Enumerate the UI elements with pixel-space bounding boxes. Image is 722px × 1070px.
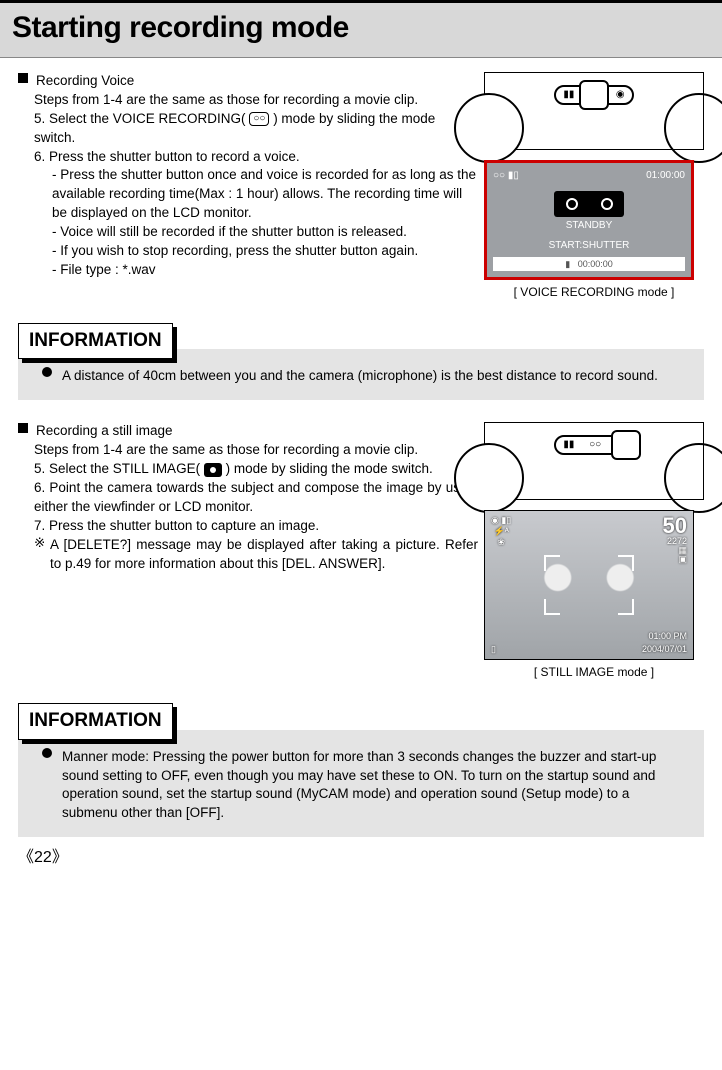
voice-caption: [ VOICE RECORDING mode ] <box>484 284 704 301</box>
voice-lcd-icon: ○○ ▮▯ <box>493 169 519 183</box>
video-mode-icon: ▮▮ <box>563 88 574 102</box>
camera-mode-icon: ◉ <box>616 88 625 102</box>
voice-heading: Recording Voice <box>36 72 134 91</box>
voice-lcd-screen: ○○ ▮▯ 01:00:00 STANDBY START:SHUTTER ▮ 0… <box>484 160 694 280</box>
voice-d1: - Press the shutter button once and voic… <box>52 166 478 223</box>
mode-switch-diagram: ▮▮ ○○ ◉ <box>484 72 704 150</box>
camera-mode-indicator-icon: ◉ ▮▯ <box>491 515 511 526</box>
info-box-2: INFORMATION Manner mode: Pressing the po… <box>18 703 704 837</box>
voice-step6: 6. Press the shutter button to record a … <box>34 148 478 167</box>
still-section: Recording a still image Steps from 1-4 a… <box>18 422 704 681</box>
still-image-icon <box>204 463 222 477</box>
still-lcd-screen: ◉ ▮▯ ⚡ᴬ ❀ 50 2272 ▦ ▣ <box>484 510 694 660</box>
voice-lcd-standby: STANDBY <box>493 219 685 233</box>
shots-remaining: 50 <box>663 515 687 537</box>
video-mode-icon: ▮▮ <box>563 438 574 452</box>
voice-step5: 5. Select the VOICE RECORDING( ○○ ) mode… <box>34 110 478 148</box>
mode-switch-knob <box>579 80 609 110</box>
info1-text: A distance of 40cm between you and the c… <box>62 367 680 386</box>
lcd-date: 2004/07/01 <box>642 643 687 656</box>
mode-switch-diagram-2: ▮▮ ○○ ◉ <box>484 422 704 500</box>
square-bullet-icon <box>18 73 28 83</box>
info-heading-2: INFORMATION <box>18 703 173 740</box>
reference-mark-icon: ※ <box>34 536 50 574</box>
voice-lcd-counter: ▮ 00:00:00 <box>493 257 685 271</box>
still-note: ※ A [DELETE?] message may be displayed a… <box>34 536 478 574</box>
voice-d3: - If you wish to stop recording, press t… <box>52 242 478 261</box>
round-bullet-icon <box>42 367 52 377</box>
voice-d4: - File type : *.wav <box>52 261 478 280</box>
round-bullet-icon <box>42 748 52 758</box>
square-bullet-icon <box>18 423 28 433</box>
voice-d2: - Voice will still be recorded if the sh… <box>52 223 478 242</box>
voice-lcd-start: START:SHUTTER <box>493 239 685 253</box>
title-bar: Starting recording mode <box>0 0 722 58</box>
voice-lcd-time: 01:00:00 <box>646 169 685 183</box>
page-number: 《22》 <box>0 847 722 881</box>
still-intro: Steps from 1-4 are the same as those for… <box>34 441 478 460</box>
page-title: Starting recording mode <box>12 7 710 49</box>
card-icon: ▯ <box>491 643 496 656</box>
still-step6: 6. Point the camera towards the subject … <box>34 479 478 517</box>
voice-recording-icon: ○○ <box>249 112 269 126</box>
metering-icon: ▣ <box>663 555 687 564</box>
info-box-1: INFORMATION A distance of 40cm between y… <box>18 323 704 400</box>
voice-section: Recording Voice Steps from 1-4 are the s… <box>18 72 704 301</box>
lcd-time: 01:00 PM <box>642 630 687 643</box>
macro-icon: ❀ <box>491 537 511 548</box>
info-heading-1: INFORMATION <box>18 323 173 360</box>
still-heading: Recording a still image <box>36 422 173 441</box>
tape-icon <box>554 191 624 217</box>
voice-mode-icon: ○○ <box>589 438 601 452</box>
still-caption: [ STILL IMAGE mode ] <box>484 664 704 681</box>
still-step7: 7. Press the shutter button to capture a… <box>34 517 478 536</box>
flash-auto-icon: ⚡ᴬ <box>491 526 511 537</box>
mode-switch-knob <box>611 430 641 460</box>
voice-intro: Steps from 1-4 are the same as those for… <box>34 91 478 110</box>
still-step5: 5. Select the STILL IMAGE( ) mode by sli… <box>34 460 478 479</box>
info2-text: Manner mode: Pressing the power button f… <box>62 748 680 824</box>
